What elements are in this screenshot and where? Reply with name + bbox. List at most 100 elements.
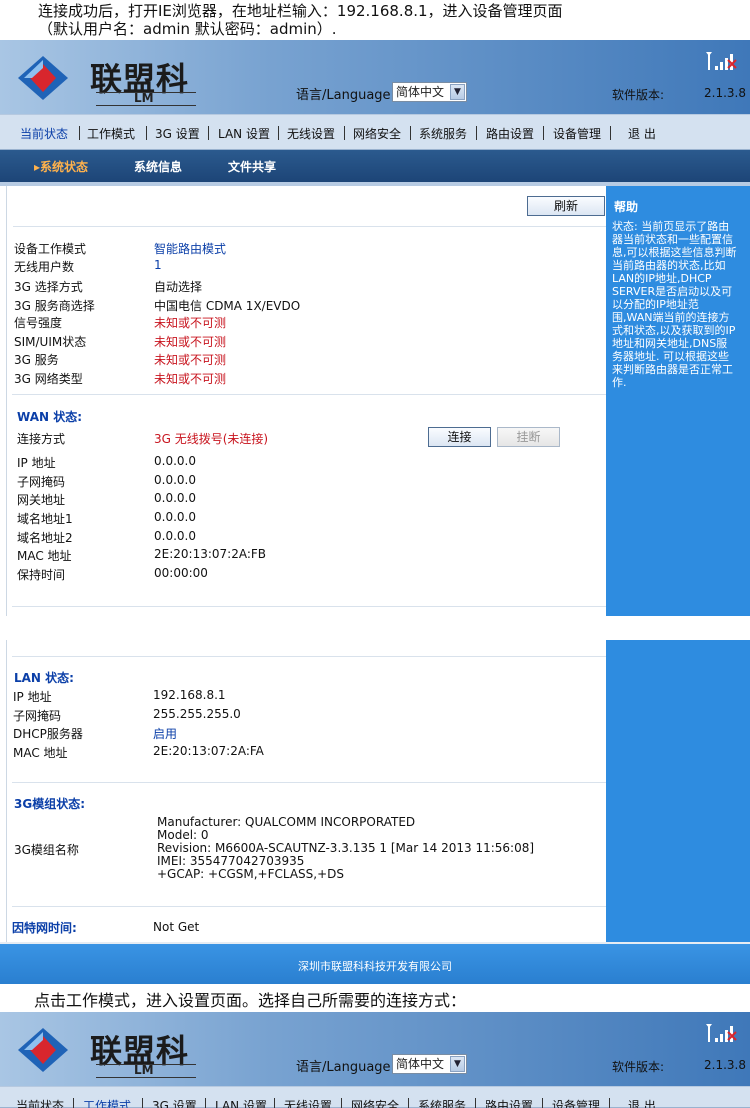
main-nav: 当前状态 工作模式 3G 设置 LAN 设置 无线设置 网络安全 系统服务 路由…: [0, 114, 750, 150]
nav-logout[interactable]: 退 出: [628, 1097, 656, 1108]
disconnect-button[interactable]: 挂断: [497, 427, 560, 447]
wan-value: 0.0.0.0: [154, 454, 196, 468]
status-label: 3G 服务商选择: [14, 299, 95, 313]
wan-label: 域名地址1: [17, 512, 73, 526]
subnav-system-info[interactable]: 系统信息: [134, 158, 182, 175]
version-label: 软件版本:: [612, 88, 665, 102]
language-select[interactable]: 简体中文 ▼: [392, 1054, 467, 1074]
lan-value: 2E:20:13:07:2A:FA: [153, 744, 264, 758]
nav-network-security[interactable]: 网络安全: [351, 1097, 399, 1108]
wan-label: IP 地址: [17, 456, 56, 470]
wan-value: 0.0.0.0: [154, 491, 196, 505]
nav-work-mode[interactable]: 工作模式: [83, 1097, 131, 1108]
nav-divider: [344, 126, 345, 140]
status-value: 未知或不可测: [154, 335, 227, 349]
status-value: 未知或不可测: [154, 353, 227, 367]
version-value: 2.1.3.8: [704, 1058, 746, 1072]
internet-time-value: Not Get: [153, 920, 200, 934]
divider: [12, 606, 606, 607]
wan-label: 保持时间: [17, 568, 66, 582]
nav-divider: [408, 1098, 409, 1108]
status-value: 中国电信 CDMA 1X/EVDO: [154, 299, 301, 313]
wan-section-title: WAN 状态:: [17, 410, 83, 424]
lan-value: 255.255.255.0: [153, 707, 241, 721]
wan-value: 0.0.0.0: [154, 510, 196, 524]
divider: [13, 226, 607, 227]
nav-device-management[interactable]: 设备管理: [552, 1097, 600, 1108]
nav-divider: [79, 126, 80, 140]
nav-3g-settings[interactable]: 3G 设置: [152, 1097, 197, 1108]
module-section-title: 3G模组状态:: [14, 797, 85, 811]
nav-system-services[interactable]: 系统服务: [418, 1097, 466, 1108]
nav-divider: [610, 126, 611, 140]
status-value: 自动选择: [154, 280, 203, 294]
nav-network-security[interactable]: 网络安全: [353, 125, 401, 142]
language-label: 语言/Language:: [296, 1060, 395, 1075]
footer-company: 深圳市联盟科科技开发有限公司: [298, 960, 452, 973]
brand-logo: 联盟科 LM: [12, 1020, 202, 1080]
subnav-system-status[interactable]: ▸系统状态: [34, 158, 88, 175]
nav-current-status[interactable]: 当前状态: [20, 125, 68, 142]
status-label: 无线用户数: [14, 260, 75, 274]
status-label: 3G 选择方式: [14, 280, 83, 294]
nav-divider: [73, 1098, 74, 1108]
divider: [12, 394, 606, 395]
refresh-button[interactable]: 刷新: [527, 196, 605, 216]
divider: [12, 906, 606, 907]
logo-diamond-icon: [18, 1028, 68, 1072]
wan-connect-value: 3G 无线拨号(未连接): [154, 432, 269, 446]
sub-nav: ▸系统状态 系统信息 文件共享: [0, 150, 750, 182]
nav-routing-settings[interactable]: 路由设置: [486, 125, 534, 142]
nav-wireless-settings[interactable]: 无线设置: [284, 1097, 332, 1108]
lan-label: IP 地址: [13, 690, 52, 704]
nav-routing-settings[interactable]: 路由设置: [485, 1097, 533, 1108]
wan-connect-label: 连接方式: [17, 432, 66, 446]
nav-system-services[interactable]: 系统服务: [419, 125, 467, 142]
subnav-file-sharing[interactable]: 文件共享: [228, 158, 276, 175]
chevron-down-icon[interactable]: ▼: [450, 1056, 465, 1072]
nav-divider: [205, 1098, 206, 1108]
nav-divider: [543, 126, 544, 140]
nav-3g-settings[interactable]: 3G 设置: [155, 125, 200, 142]
chevron-down-icon[interactable]: ▼: [450, 84, 465, 100]
brand-sub: LM: [96, 1063, 196, 1078]
module-info-line: +GCAP: +CGSM,+FCLASS,+DS: [157, 867, 345, 881]
nav-logout[interactable]: 退 出: [628, 125, 656, 142]
instruction-text: 点击工作模式，进入设置页面。选择自己所需要的连接方式：: [34, 991, 467, 1010]
nav-current-status[interactable]: 当前状态: [16, 1097, 64, 1108]
lan-value: 192.168.8.1: [153, 688, 226, 702]
nav-wireless-settings[interactable]: 无线设置: [287, 125, 335, 142]
intro-line-1: 连接成功后，打开IE浏览器，在地址栏输入：192.168.8.1，进入设备管理页…: [38, 2, 563, 20]
logo-diamond-icon: [18, 56, 68, 100]
nav-divider: [142, 1098, 143, 1108]
signal-strength-icon: [706, 1024, 737, 1042]
router-header-2: 联盟科 LM 语言/Language: 简体中文 ▼ 软件版本: 2.1.3.8: [0, 1012, 750, 1086]
nav-divider: [476, 126, 477, 140]
nav-lan-settings[interactable]: LAN 设置: [218, 125, 270, 142]
wan-value: 0.0.0.0: [154, 529, 196, 543]
gap: [0, 616, 750, 640]
connect-button[interactable]: 连接: [428, 427, 491, 447]
divider: [12, 656, 606, 657]
language-select[interactable]: 简体中文 ▼: [392, 82, 467, 102]
nav-work-mode[interactable]: 工作模式: [87, 125, 135, 142]
nav-device-management[interactable]: 设备管理: [553, 125, 601, 142]
lan-label: 子网掩码: [13, 709, 62, 723]
main-nav-2: 当前状态 工作模式 3G 设置 LAN 设置 无线设置 网络安全 系统服务 路由…: [0, 1086, 750, 1108]
wan-label: 域名地址2: [17, 531, 73, 545]
status-label: 3G 服务: [14, 353, 59, 367]
lan-section-title: LAN 状态:: [14, 671, 74, 685]
nav-lan-settings[interactable]: LAN 设置: [215, 1097, 267, 1108]
status-value: 智能路由模式: [154, 242, 227, 256]
lan-value: 启用: [153, 727, 178, 741]
status-label: SIM/UIM状态: [14, 335, 87, 349]
wan-label: 网关地址: [17, 493, 66, 507]
status-panel: 刷新: [6, 186, 607, 616]
version-value: 2.1.3.8: [704, 86, 746, 100]
signal-strength-icon: [706, 52, 737, 70]
nav-divider: [410, 126, 411, 140]
lan-label: MAC 地址: [13, 746, 68, 760]
status-value: 1: [154, 258, 162, 272]
help-text: 状态: 当前页显示了路由器当前状态和一些配置信息,可以根据这些信息判断当前路由器…: [612, 220, 737, 389]
help-panel: 帮助 状态: 当前页显示了路由器当前状态和一些配置信息,可以根据这些信息判断当前…: [606, 186, 750, 616]
